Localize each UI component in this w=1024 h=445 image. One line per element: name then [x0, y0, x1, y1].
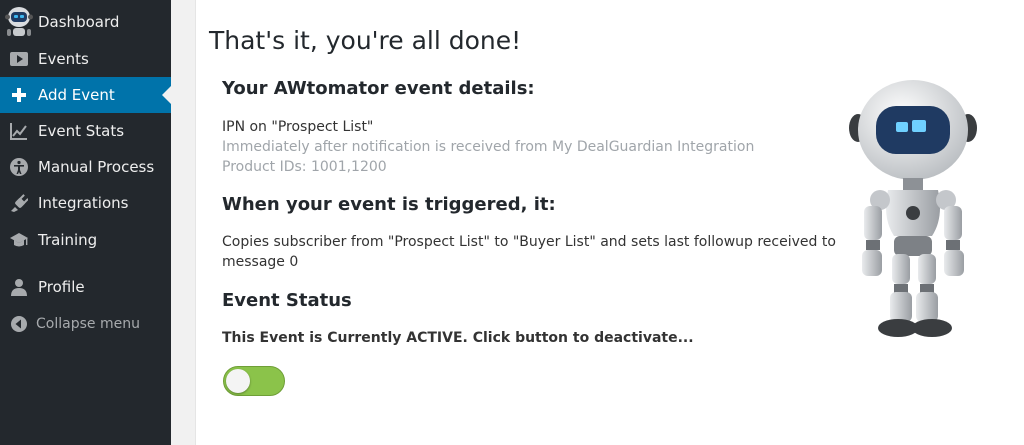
event-details-heading: Your AWtomator event details:: [222, 78, 535, 99]
collapse-menu-label: Collapse menu: [36, 316, 140, 332]
sidebar-item-training[interactable]: Training: [0, 222, 171, 258]
page-title: That's it, you're all done!: [209, 26, 522, 55]
event-status-heading: Event Status: [222, 290, 352, 311]
robot-avatar-icon: [5, 7, 33, 36]
user-icon: [11, 279, 27, 296]
toggle-knob: [226, 369, 250, 393]
plus-icon: [12, 88, 26, 102]
chart-icon: [10, 123, 27, 140]
trigger-action-line: Copies subscriber from "Prospect List" t…: [222, 234, 836, 250]
robot-mascot-image: [849, 80, 977, 337]
sidebar-item-profile[interactable]: Profile: [0, 269, 171, 305]
sidebar-item-event-stats[interactable]: Event Stats: [0, 113, 171, 149]
event-trigger-line: IPN on "Prospect List": [222, 119, 374, 135]
sidebar-item-label: Event Stats: [38, 122, 125, 140]
trigger-action-heading: When your event is triggered, it:: [222, 194, 556, 215]
trigger-action-line-2: message 0: [222, 254, 299, 270]
sidebar-item-label: Training: [38, 231, 98, 249]
play-icon: [10, 52, 28, 66]
main-content: That's it, you're all done! Your AWtomat…: [195, 0, 1024, 445]
sidebar-item-label: Add Event: [38, 86, 115, 104]
admin-sidebar: Dashboard Events Add Event Event Stats M…: [0, 0, 171, 445]
collapse-menu-button[interactable]: Collapse menu: [0, 306, 171, 342]
sidebar-item-label: Integrations: [38, 194, 129, 212]
event-status-toggle[interactable]: [223, 366, 285, 396]
sidebar-item-manual-process[interactable]: Manual Process: [0, 149, 171, 185]
accessibility-icon: [10, 158, 28, 176]
sidebar-item-integrations[interactable]: Integrations: [0, 185, 171, 221]
sidebar-item-events[interactable]: Events: [0, 41, 171, 77]
sidebar-item-dashboard[interactable]: Dashboard: [0, 4, 171, 40]
sidebar-item-add-event[interactable]: Add Event: [0, 77, 171, 113]
event-status-text: This Event is Currently ACTIVE. Click bu…: [222, 330, 694, 346]
collapse-arrow-icon: [11, 316, 27, 332]
sidebar-item-label: Events: [38, 50, 89, 68]
sidebar-item-label: Profile: [38, 278, 85, 296]
graduation-cap-icon: [10, 233, 28, 247]
sidebar-item-label: Manual Process: [38, 158, 155, 176]
plugin-icon: [11, 194, 28, 212]
sidebar-item-label: Dashboard: [38, 13, 120, 31]
event-product-ids: Product IDs: 1001,1200: [222, 159, 387, 175]
event-timing-line: Immediately after notification is receiv…: [222, 139, 755, 155]
